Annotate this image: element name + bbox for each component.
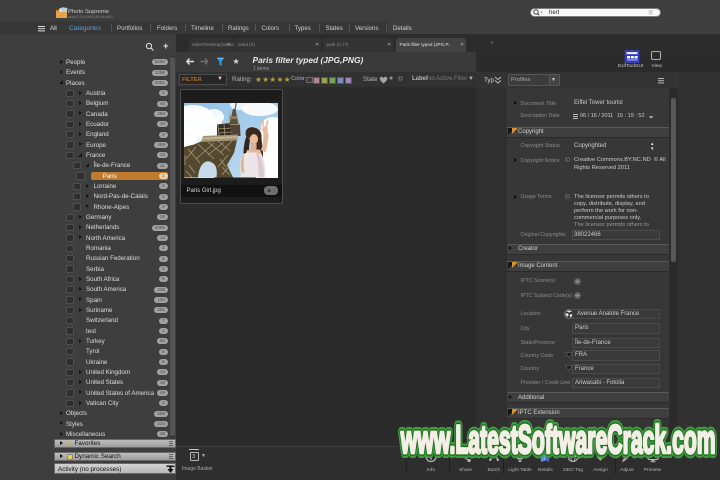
- svg-text:www.LatestSoftwareCrack.com: www.LatestSoftwareCrack.com: [400, 418, 716, 462]
